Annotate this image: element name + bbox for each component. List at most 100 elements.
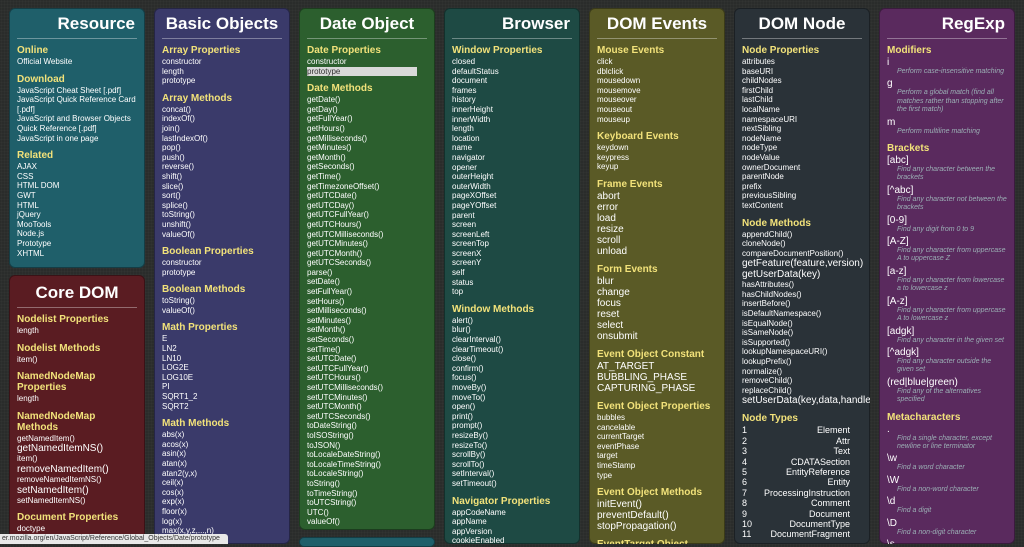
ref-link-error[interactable]: error	[597, 202, 717, 213]
ref-link-node-js[interactable]: Node.js	[17, 229, 137, 239]
ref-link-capturing-phase[interactable]: CAPTURING_PHASE	[597, 383, 717, 394]
ref-link-item[interactable]: item()	[17, 454, 137, 464]
ref-link-insertbefore[interactable]: insertBefore()	[742, 299, 862, 309]
ref-link-javascript-and-browser-objects-quick-reference-pdf[interactable]: JavaScript and Browser Objects Quick Ref…	[17, 114, 137, 133]
ref-link-setutcmilliseconds[interactable]: setUTCMilliseconds()	[307, 383, 427, 393]
ref-link-childnodes[interactable]: childNodes	[742, 76, 862, 86]
ref-link-load[interactable]: load	[597, 213, 717, 224]
ref-link-outerheight[interactable]: outerHeight	[452, 172, 572, 182]
ref-link-resizeto[interactable]: resizeTo()	[452, 441, 572, 451]
ref-link-bubbles[interactable]: bubbles	[597, 413, 717, 423]
ref-link-setutcdate[interactable]: setUTCDate()	[307, 354, 427, 364]
ref-link-setnameditem[interactable]: setNamedItem()	[17, 485, 137, 496]
ref-link-e[interactable]: E	[162, 334, 282, 344]
ref-link-getutcseconds[interactable]: getUTCSeconds()	[307, 258, 427, 268]
ref-link-normalize[interactable]: normalize()	[742, 367, 862, 377]
ref-link-toisostring[interactable]: toISOString()	[307, 431, 427, 441]
ref-link-hasattributes[interactable]: hasAttributes()	[742, 280, 862, 290]
ref-link-onsubmit[interactable]: onsubmit	[597, 331, 717, 342]
ref-link-gwt[interactable]: GWT	[17, 191, 137, 201]
ref-link-preventdefault[interactable]: preventDefault()	[597, 510, 717, 521]
ref-link-getfeature-feature-version[interactable]: getFeature(feature,version)	[742, 258, 863, 269]
ref-link-appname[interactable]: appName	[452, 517, 572, 527]
ref-link-pop[interactable]: pop()	[162, 143, 282, 153]
ref-link-asin-x[interactable]: asin(x)	[162, 449, 282, 459]
ref-link-blur[interactable]: blur()	[452, 325, 572, 335]
ref-link-sqrt2[interactable]: SQRT2	[162, 402, 282, 412]
ref-link-isdefaultnamespace[interactable]: isDefaultNamespace()	[742, 309, 862, 319]
ref-link-resize[interactable]: resize	[597, 224, 717, 235]
ref-link-namespaceuri[interactable]: namespaceURI	[742, 115, 862, 125]
ref-link-cleartimeout[interactable]: clearTimeout()	[452, 345, 572, 355]
ref-link-getnameditem[interactable]: getNamedItem()	[17, 434, 137, 444]
ref-link-cookieenabled[interactable]: cookieEnabled	[452, 536, 572, 544]
ref-link-defaultstatus[interactable]: defaultStatus	[452, 67, 572, 77]
regexp-pattern[interactable]: \D	[887, 518, 1007, 529]
regexp-pattern[interactable]: [A-Z]	[887, 236, 1007, 247]
ref-link-getmilliseconds[interactable]: getMilliseconds()	[307, 134, 427, 144]
ref-link-sethours[interactable]: setHours()	[307, 297, 427, 307]
ref-link-javascript-in-one-page[interactable]: JavaScript in one page	[17, 134, 137, 144]
ref-link-stoppropagation[interactable]: stopPropagation()	[597, 521, 717, 532]
ref-link-prototype[interactable]: prototype	[162, 268, 282, 278]
regexp-pattern[interactable]: \d	[887, 496, 1007, 507]
ref-link-cos-x[interactable]: cos(x)	[162, 488, 282, 498]
ref-link-unload[interactable]: unload	[597, 246, 717, 257]
ref-link-issamenode[interactable]: isSameNode()	[742, 328, 862, 338]
ref-link-nodevalue[interactable]: nodeValue	[742, 153, 862, 163]
ref-link-tostring[interactable]: toString()	[307, 479, 427, 489]
ref-link-indexof[interactable]: indexOf()	[162, 114, 282, 124]
ref-link-bubbling-phase[interactable]: BUBBLING_PHASE	[597, 372, 717, 383]
ref-link-getutcminutes[interactable]: getUTCMinutes()	[307, 239, 427, 249]
ref-link-abs-x[interactable]: abs(x)	[162, 430, 282, 440]
ref-link-mouseout[interactable]: mouseout	[597, 105, 717, 115]
ref-link-doctype[interactable]: doctype	[17, 524, 137, 534]
ref-link-getuserdata-key[interactable]: getUserData(key)	[742, 269, 862, 280]
ref-link-setuserdata-key-data-handler[interactable]: setUserData(key,data,handler)	[742, 395, 870, 406]
ref-link-removenameditem[interactable]: removeNamedItem()	[17, 464, 137, 475]
ref-link-setminutes[interactable]: setMinutes()	[307, 316, 427, 326]
ref-link-getfullyear[interactable]: getFullYear()	[307, 114, 427, 124]
regexp-pattern[interactable]: g	[887, 78, 1007, 89]
ref-link-nextsibling[interactable]: nextSibling	[742, 124, 862, 134]
ref-link-ln10[interactable]: LN10	[162, 354, 282, 364]
ref-link-isequalnode[interactable]: isEqualNode()	[742, 319, 862, 329]
ref-link-firstchild[interactable]: firstChild	[742, 86, 862, 96]
ref-link-html[interactable]: HTML	[17, 201, 137, 211]
ref-link-getutcmilliseconds[interactable]: getUTCMilliseconds()	[307, 230, 427, 240]
ref-link-screentop[interactable]: screenTop	[452, 239, 572, 249]
ref-link-replacechild[interactable]: replaceChild()	[742, 386, 862, 396]
ref-link-clearinterval[interactable]: clearInterval()	[452, 335, 572, 345]
regexp-pattern[interactable]: (red|blue|green)	[887, 377, 1007, 388]
ref-link-click[interactable]: click	[597, 57, 717, 67]
ref-link-reset[interactable]: reset	[597, 309, 717, 320]
ref-link-setdate[interactable]: setDate()	[307, 277, 427, 287]
ref-link-gettime[interactable]: getTime()	[307, 172, 427, 182]
ref-link-scroll[interactable]: scroll	[597, 235, 717, 246]
ref-link-screenleft[interactable]: screenLeft	[452, 230, 572, 240]
regexp-pattern[interactable]: i	[887, 57, 1007, 68]
ref-link-getutcdate[interactable]: getUTCDate()	[307, 191, 427, 201]
ref-link-screeny[interactable]: screenY	[452, 258, 572, 268]
ref-link-valueof[interactable]: valueOf()	[307, 517, 427, 527]
ref-link-ajax[interactable]: AJAX	[17, 162, 137, 172]
ref-link-tolocaledatestring[interactable]: toLocaleDateString()	[307, 450, 427, 460]
ref-link-clonenode[interactable]: cloneNode()	[742, 239, 862, 249]
ref-link-xhtml[interactable]: XHTML	[17, 249, 137, 259]
ref-link-currenttarget[interactable]: currentTarget	[597, 432, 717, 442]
ref-link-lookupnamespaceuri[interactable]: lookupNamespaceURI()	[742, 347, 862, 357]
ref-link-status[interactable]: status	[452, 278, 572, 288]
ref-link-push[interactable]: push()	[162, 153, 282, 163]
ref-link-select[interactable]: select	[597, 320, 717, 331]
ref-link-log-x[interactable]: log(x)	[162, 517, 282, 527]
ref-link-target[interactable]: target	[597, 451, 717, 461]
ref-link-setutcseconds[interactable]: setUTCSeconds()	[307, 412, 427, 422]
ref-link-keydown[interactable]: keydown	[597, 143, 717, 153]
ref-link-mootools[interactable]: MooTools	[17, 220, 137, 230]
ref-link-concat[interactable]: concat()	[162, 105, 282, 115]
ref-link-parse[interactable]: parse()	[307, 268, 427, 278]
ref-link-length[interactable]: length	[162, 67, 282, 77]
ref-link-appcodename[interactable]: appCodeName	[452, 508, 572, 518]
ref-link-initevent[interactable]: initEvent()	[597, 499, 717, 510]
regexp-pattern[interactable]: \w	[887, 453, 1007, 464]
